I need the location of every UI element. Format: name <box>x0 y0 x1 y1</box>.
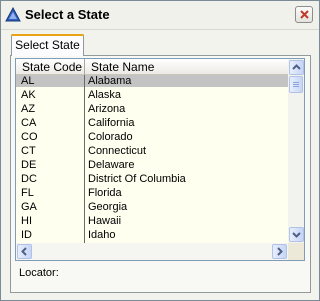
state-name-cell: Colorado <box>88 131 133 143</box>
chevron-left-icon <box>21 247 27 256</box>
chevron-up-icon <box>292 64 301 70</box>
state-code-cell: ID <box>21 229 32 241</box>
list-item[interactable]: AL Alabama <box>16 75 288 87</box>
state-code-cell: FL <box>21 187 34 199</box>
vertical-scrollbar[interactable] <box>288 59 304 243</box>
select-state-dialog: Select a State Select State State Code S… <box>0 0 320 301</box>
horizontal-scrollbar[interactable] <box>16 243 288 260</box>
state-name-cell: Idaho <box>88 229 116 241</box>
state-list[interactable]: State Code State Name AL Alabama AK Alaska A… <box>15 58 305 261</box>
state-code-cell: CA <box>21 117 37 129</box>
state-name-cell: Connecticut <box>88 145 147 157</box>
state-code-cell: DC <box>21 173 37 185</box>
state-code-cell: HI <box>21 215 32 227</box>
list-item[interactable]: AK Alaska <box>16 89 288 101</box>
state-name-cell: Alabama <box>88 75 132 87</box>
column-divider <box>84 75 85 259</box>
state-name-cell: Arizona <box>88 103 126 115</box>
scroll-left-button[interactable] <box>17 244 32 259</box>
column-header-state-name[interactable]: State Name <box>85 59 288 75</box>
state-code-cell: CO <box>21 131 38 143</box>
scroll-up-button[interactable] <box>289 60 304 75</box>
blue-triangle-icon <box>5 6 21 23</box>
state-name-cell: Delaware <box>88 159 135 171</box>
chevron-down-icon <box>292 232 301 238</box>
state-name-cell: Georgia <box>88 201 128 213</box>
state-name-cell: Hawaii <box>88 215 122 227</box>
list-item[interactable]: GA Georgia <box>16 201 288 213</box>
state-code-cell: DE <box>21 159 37 171</box>
state-name-cell: District Of Columbia <box>88 173 186 185</box>
state-code-cell: AZ <box>21 103 36 115</box>
list-item[interactable]: CO Colorado <box>16 131 288 143</box>
title-bar[interactable]: Select a State <box>1 1 319 30</box>
list-item[interactable]: DC District Of Columbia <box>16 173 288 185</box>
list-item[interactable]: FL Florida <box>16 187 288 199</box>
list-item[interactable]: DE Delaware <box>16 159 288 171</box>
list-item[interactable]: AZ Arizona <box>16 103 288 115</box>
state-name-cell: California <box>88 117 135 129</box>
state-name-cell: Alaska <box>88 89 122 101</box>
locator-label: Locator: <box>19 267 59 279</box>
list-item[interactable]: CT Connecticut <box>16 145 288 157</box>
close-icon <box>300 10 309 19</box>
state-code-cell: CT <box>21 145 36 157</box>
list-rows: AL Alabama AK Alaska AZ Arizona CA California CO… <box>16 75 288 243</box>
scroll-right-button[interactable] <box>272 244 287 259</box>
state-code-cell: AK <box>21 89 36 101</box>
scroll-thumb[interactable] <box>289 76 303 93</box>
column-header-state-code[interactable]: State Code <box>16 59 85 75</box>
scroll-down-button[interactable] <box>289 227 304 242</box>
list-item[interactable]: HI Hawaii <box>16 215 288 227</box>
state-code-cell: AL <box>21 75 35 87</box>
state-code-cell: GA <box>21 201 37 213</box>
list-item[interactable]: ID Idaho <box>16 229 288 241</box>
chevron-right-icon <box>277 247 283 256</box>
tab-select-state[interactable]: Select State <box>11 34 84 56</box>
window-title: Select a State <box>25 7 110 22</box>
scrollbar-corner <box>288 243 304 260</box>
state-name-cell: Florida <box>88 187 122 199</box>
list-item[interactable]: CA California <box>16 117 288 129</box>
close-button[interactable] <box>295 6 313 23</box>
